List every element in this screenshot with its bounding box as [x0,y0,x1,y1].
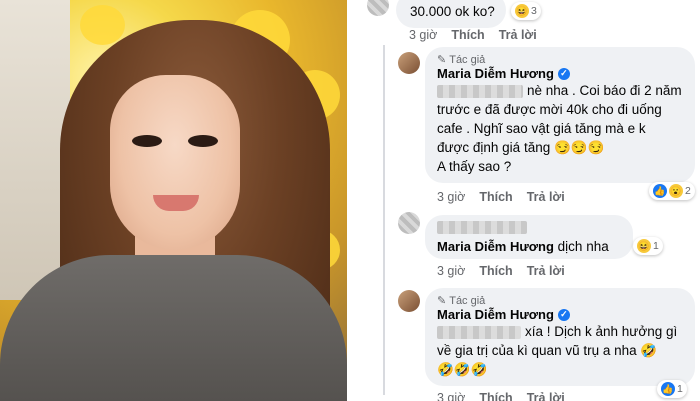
comment-actions: 3 giờ Thích Trả lời [409,28,537,42]
author-badge: ✎ Tác giả [437,294,677,308]
verified-badge-icon: ✓ [557,308,570,321]
portrait-photo [0,0,347,401]
comment-time[interactable]: 3 giờ [409,28,437,42]
author-name-link[interactable]: Maria Diễm Hương [437,239,554,254]
face [110,75,240,250]
author-name-link[interactable]: Maria Diễm Hương [437,66,554,81]
comment-bubble: ✎ Tác giả Maria Diễm Hương ✓ nè nha . Co… [425,47,695,183]
comment-actions: 3 giờ Thích Trả lời [437,190,565,204]
commenter-avatar[interactable] [367,0,389,16]
comment-bubble: 30.000 ok ko? [396,0,506,28]
reply-link[interactable]: Trả lời [527,391,565,401]
comment-line: nè nha . Coi báo đi 2 năm [527,83,682,98]
flower-blossom [80,5,125,45]
like-reaction-icon: 👍 [661,382,675,396]
author-badge: ✎ Tác giả [437,53,682,67]
wow-reaction-icon: 😮 [669,184,683,198]
comment-line: về gia trị của kì quan vũ trụ a nha 🤣 [437,343,658,358]
comment-thread: 30.000 ok ko? 😆 3 3 giờ Thích Trả lời ✎ … [353,0,700,401]
comment-line: được định giá tăng 😏😏😏 [437,140,605,155]
comment-actions: 3 giờ Thích Trả lời [437,264,565,278]
reaction-summary[interactable]: 😆 1 [633,237,663,255]
pencil-icon: ✎ [437,54,447,66]
author-name-link[interactable]: Maria Diễm Hương [437,307,554,322]
comment-actions: 3 giờ Thích Trả lời [437,391,565,401]
commenter-avatar[interactable] [398,212,420,234]
comment-time[interactable]: 3 giờ [437,391,465,401]
right-eye [188,135,218,147]
verified-badge-icon: ✓ [557,67,570,80]
reaction-count: 1 [677,383,683,395]
author-badge-label: Tác giả [449,53,486,66]
comment-text: dịch nha [557,239,609,254]
reply-link[interactable]: Trả lời [527,264,565,278]
redacted-name [437,221,527,234]
like-link[interactable]: Thích [479,391,512,401]
like-reaction-icon: 👍 [653,184,667,198]
redacted-name [437,325,521,339]
comment-time[interactable]: 3 giờ [437,190,465,204]
haha-emoji-icon: 😆 [637,239,651,253]
left-eye [132,135,162,147]
author-avatar[interactable] [398,290,420,312]
reaction-summary[interactable]: 😆 3 [511,2,541,20]
comment-line: xía ! Dịch k ảnh hưởng gì [525,324,678,339]
like-link[interactable]: Thích [479,190,512,204]
comment-line: cafe . Nghĩ sao vật giá tăng mà e k [437,121,646,136]
comment-author: Maria Diễm Hương ✓ [437,66,682,81]
comment-text: nè nha . Coi báo đi 2 năm trước e đã đượ… [437,81,682,176]
reaction-count: 2 [685,185,691,197]
reaction-summary[interactable]: 👍 😮 2 [649,182,695,200]
haha-emoji-icon: 😆 [515,4,529,18]
like-link[interactable]: Thích [451,28,484,42]
comment-line: 🤣🤣🤣 [437,362,488,377]
reaction-count: 3 [531,5,537,17]
redacted-name [437,84,523,98]
comment-bubble: ✎ Tác giả Maria Diễm Hương ✓ xía ! Dịch … [425,288,695,386]
thread-line [383,45,385,395]
author-avatar[interactable] [398,52,420,74]
pencil-icon: ✎ [437,295,447,307]
grey-jacket [0,255,347,401]
comment-line: trước e đã được mời 40k cho đi uống [437,102,662,117]
comment-text: 30.000 ok ko? [410,4,495,19]
comment-time[interactable]: 3 giờ [437,264,465,278]
comment-author: Maria Diễm Hương ✓ [437,307,677,322]
reaction-count: 1 [653,240,659,252]
smile [153,195,199,211]
reply-link[interactable]: Trả lời [527,190,565,204]
author-badge-label: Tác giả [449,294,486,307]
comment-line: A thấy sao ? [437,159,512,174]
like-link[interactable]: Thích [479,264,512,278]
comment-text: xía ! Dịch k ảnh hưởng gì về gia trị của… [437,322,677,379]
reaction-summary[interactable]: 👍 1 [657,380,687,398]
comment-bubble: Maria Diễm Hương dịch nha [425,215,633,259]
reply-link[interactable]: Trả lời [499,28,537,42]
